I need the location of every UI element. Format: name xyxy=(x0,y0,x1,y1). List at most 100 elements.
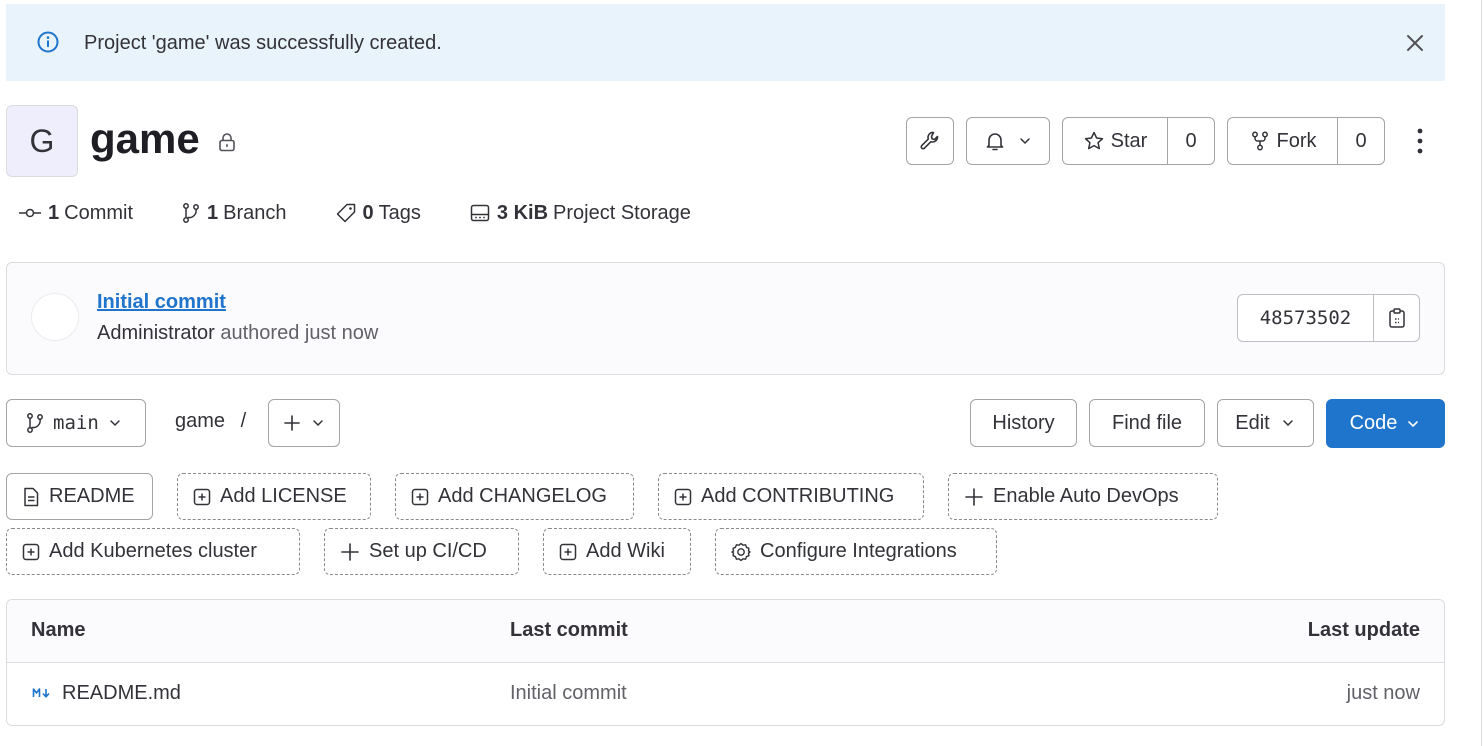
copy-sha-button[interactable] xyxy=(1374,295,1419,341)
column-last-commit-header: Last commit xyxy=(510,619,628,641)
history-button[interactable]: History xyxy=(970,399,1077,447)
bell-icon xyxy=(986,133,1004,151)
project-avatar-letter: G xyxy=(29,122,55,159)
branch-icon xyxy=(27,413,43,433)
star-label: Star xyxy=(1110,129,1148,152)
tags-label: Tags xyxy=(378,201,421,224)
storage-label: Project Storage xyxy=(553,201,691,224)
project-stats: 1 Commit 1 Branch 0 Tags 3 KiB Project S… xyxy=(18,198,691,228)
fork-icon xyxy=(1251,131,1268,151)
commit-sha[interactable]: 48573502 xyxy=(1238,295,1374,341)
add-wiki-button[interactable]: Add Wiki xyxy=(543,528,691,575)
add-kubernetes-cluster-button[interactable]: Add Kubernetes cluster xyxy=(6,528,300,575)
setup-cicd-button[interactable]: Set up CI/CD xyxy=(324,528,519,575)
add-contributing-label: Add CONTRIBUTING xyxy=(701,485,895,507)
add-wiki-label: Add Wiki xyxy=(586,540,665,562)
lock-icon xyxy=(219,133,235,152)
add-license-label: Add LICENSE xyxy=(220,485,347,507)
settings-button[interactable] xyxy=(906,117,954,165)
setup-cicd-label: Set up CI/CD xyxy=(369,540,487,562)
readme-label: README xyxy=(49,485,135,507)
fork-count[interactable]: 0 xyxy=(1337,118,1384,164)
notifications-dropdown[interactable] xyxy=(966,117,1050,165)
plus-square-icon xyxy=(674,488,692,505)
plus-square-icon xyxy=(193,488,211,505)
commit-author[interactable]: Administrator xyxy=(97,322,215,344)
column-last-update-header: Last update xyxy=(1307,619,1420,641)
branch-name: main xyxy=(53,412,99,434)
star-button[interactable]: Star xyxy=(1063,118,1167,164)
more-actions-icon[interactable] xyxy=(1412,126,1428,156)
plus-icon xyxy=(965,487,983,506)
history-label: History xyxy=(992,411,1055,434)
edit-label: Edit xyxy=(1235,411,1270,434)
alert-message: Project 'game' was successfully created. xyxy=(84,32,442,54)
storage-size: 3 KiB xyxy=(496,201,549,224)
add-to-tree-dropdown[interactable] xyxy=(268,399,340,447)
commit-meta: Administrator authored just now xyxy=(97,322,378,345)
close-icon[interactable] xyxy=(1404,32,1426,54)
star-icon xyxy=(1084,131,1103,150)
fork-button[interactable]: Fork xyxy=(1228,118,1337,164)
storage-stat[interactable]: 3 KiB Project Storage xyxy=(469,202,691,225)
tag-icon xyxy=(336,203,355,223)
file-tree-table: Name Last commit Last update README.md I… xyxy=(6,599,1445,726)
fork-button-group: Fork 0 xyxy=(1227,117,1385,165)
branches-label: Branch xyxy=(223,201,287,224)
edit-dropdown[interactable]: Edit xyxy=(1217,399,1314,447)
branch-selector[interactable]: main xyxy=(6,399,146,447)
page-right-border xyxy=(1481,0,1482,746)
last-commit-panel: Initial commit Administrator authored ju… xyxy=(6,262,1445,375)
star-button-group: Star 0 xyxy=(1062,117,1215,165)
add-changelog-label: Add CHANGELOG xyxy=(438,485,607,507)
author-avatar[interactable] xyxy=(31,293,79,341)
table-header: Name Last commit Last update xyxy=(7,600,1444,663)
commit-title-link[interactable]: Initial commit xyxy=(97,291,226,314)
copy-icon xyxy=(1388,308,1405,328)
star-count[interactable]: 0 xyxy=(1167,118,1214,164)
path-breadcrumb: game / xyxy=(175,410,246,433)
markdown-file-icon xyxy=(32,688,50,698)
info-icon xyxy=(37,31,59,53)
branch-icon xyxy=(183,203,199,223)
add-contributing-button[interactable]: Add CONTRIBUTING xyxy=(658,473,924,520)
fork-label: Fork xyxy=(1276,129,1317,152)
commit-icon xyxy=(19,208,41,218)
find-file-label: Find file xyxy=(1111,411,1183,434)
column-name-header: Name xyxy=(31,619,86,641)
readme-button[interactable]: README xyxy=(6,473,153,520)
chevron-down-icon xyxy=(1408,420,1419,427)
commit-sha-group: 48573502 xyxy=(1237,294,1420,342)
tags-stat[interactable]: 0 Tags xyxy=(335,202,421,225)
project-title: game xyxy=(90,115,200,162)
configure-integrations-label: Configure Integrations xyxy=(760,540,957,562)
file-last-commit-link[interactable]: Initial commit xyxy=(510,682,627,705)
code-dropdown[interactable]: Code xyxy=(1326,399,1445,448)
gear-icon xyxy=(731,542,751,561)
wrench-icon xyxy=(920,131,939,150)
find-file-button[interactable]: Find file xyxy=(1089,399,1205,447)
enable-auto-devops-button[interactable]: Enable Auto DevOps xyxy=(948,473,1218,520)
table-row[interactable]: README.md Initial commit just now xyxy=(7,663,1444,725)
code-label: Code xyxy=(1349,412,1398,434)
chevron-down-icon xyxy=(1282,420,1293,427)
configure-integrations-button[interactable]: Configure Integrations xyxy=(715,528,997,575)
file-last-update: just now xyxy=(1346,682,1420,704)
document-icon xyxy=(24,487,39,506)
plus-square-icon xyxy=(411,488,429,505)
plus-square-icon xyxy=(22,543,40,560)
commits-count: 1 xyxy=(48,201,60,224)
success-alert: Project 'game' was successfully created. xyxy=(6,4,1445,81)
branches-stat[interactable]: 1 Branch xyxy=(181,202,287,225)
chevron-down-icon xyxy=(1020,138,1030,145)
file-name-link[interactable]: README.md xyxy=(62,682,181,705)
commits-label: Commit xyxy=(64,201,134,224)
commits-stat[interactable]: 1 Commit xyxy=(18,202,133,225)
add-changelog-button[interactable]: Add CHANGELOG xyxy=(395,473,634,520)
breadcrumb-root[interactable]: game xyxy=(175,410,225,432)
breadcrumb-separator: / xyxy=(240,410,247,432)
enable-auto-devops-label: Enable Auto DevOps xyxy=(993,485,1179,507)
disk-icon xyxy=(470,204,490,222)
chevron-down-icon xyxy=(110,420,120,427)
add-license-button[interactable]: Add LICENSE xyxy=(177,473,371,520)
